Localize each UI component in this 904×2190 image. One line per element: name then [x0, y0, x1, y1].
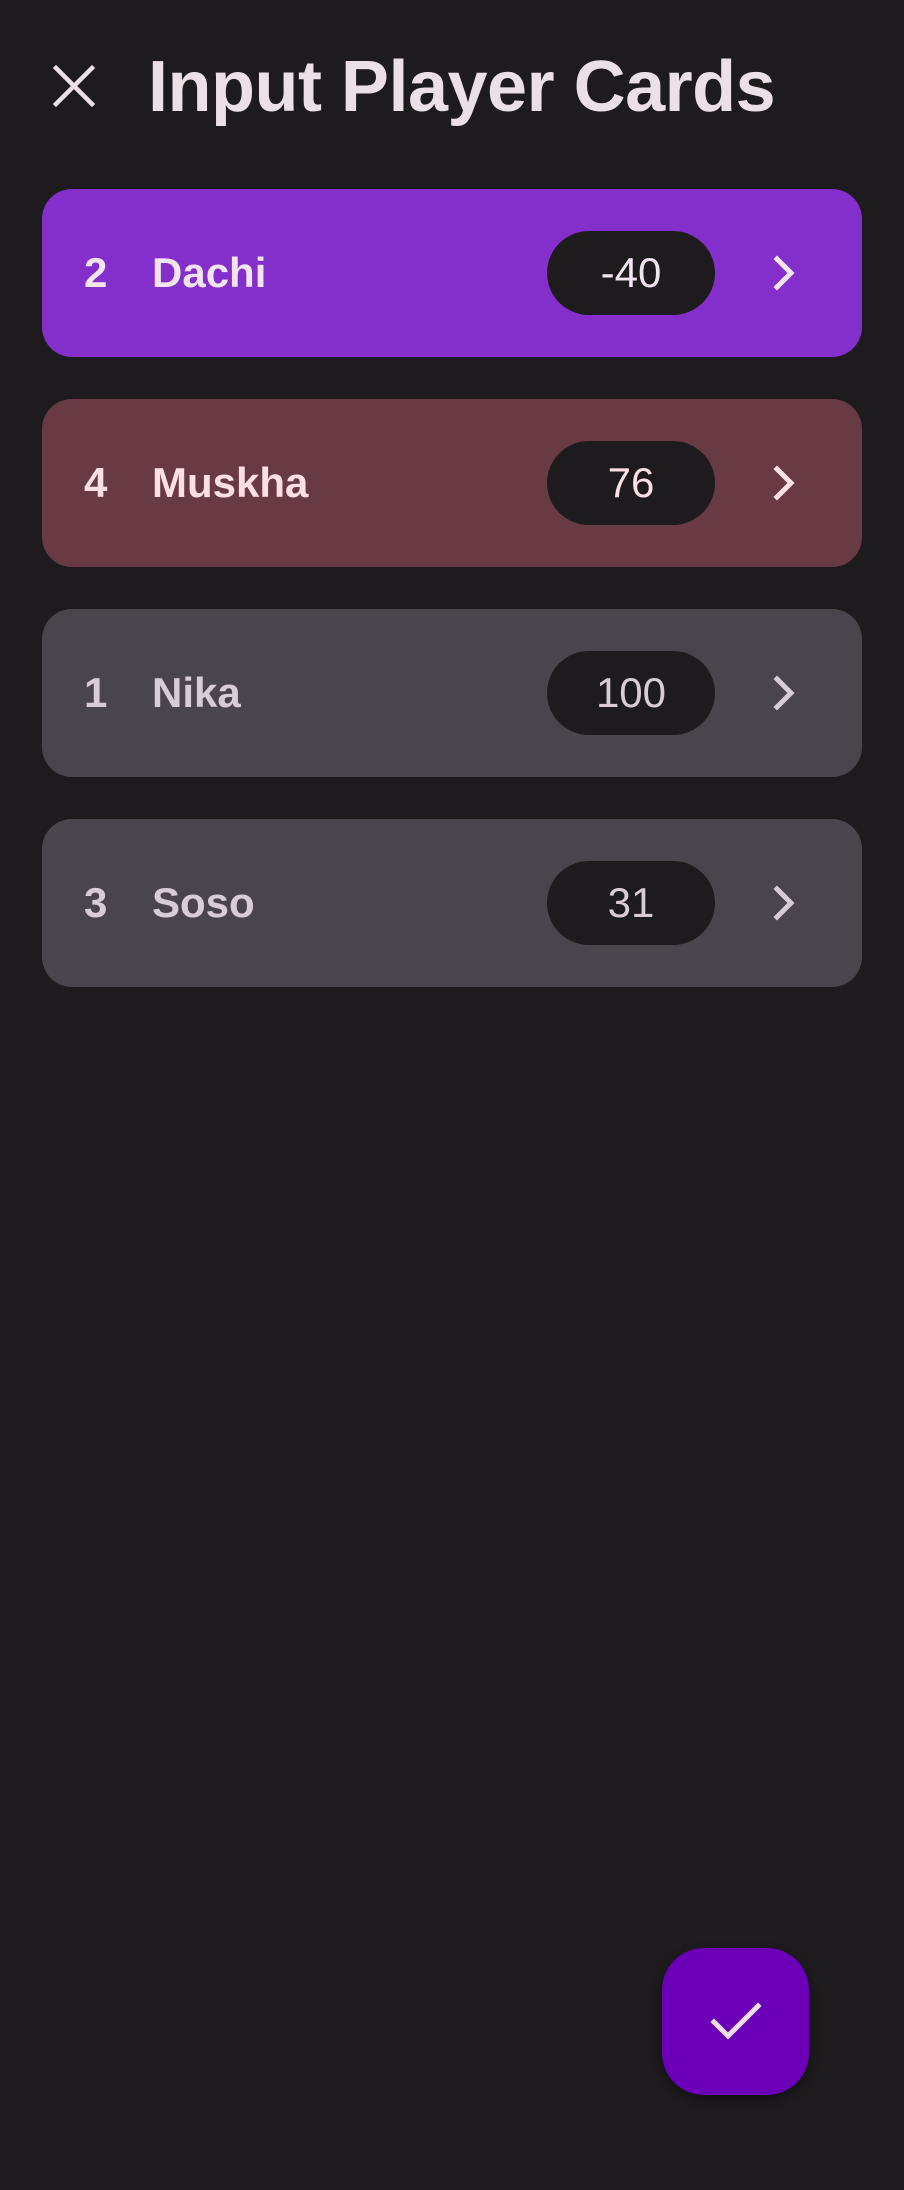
- player-score-pill[interactable]: 31: [547, 861, 715, 945]
- player-name: Nika: [152, 669, 241, 716]
- player-score-pill[interactable]: 76: [547, 441, 715, 525]
- check-icon: [709, 2001, 762, 2040]
- player-name: Soso: [152, 879, 255, 926]
- chevron-right-icon[interactable]: [754, 663, 814, 723]
- player-name: Muskha: [152, 459, 309, 506]
- player-rank: 4: [84, 459, 108, 506]
- player-card[interactable]: 1 Nika 100: [42, 609, 862, 777]
- player-rank: 3: [84, 879, 108, 926]
- chevron-right-icon[interactable]: [754, 243, 814, 303]
- player-rank: 2: [84, 249, 108, 296]
- player-rank: 1: [84, 669, 108, 716]
- top-app-bar: Input Player Cards: [0, 0, 904, 170]
- chevron-right-icon[interactable]: [754, 453, 814, 513]
- close-icon: [52, 64, 96, 108]
- close-button[interactable]: [44, 56, 104, 116]
- player-score-pill[interactable]: -40: [547, 231, 715, 315]
- player-score-pill[interactable]: 100: [547, 651, 715, 735]
- player-name: Dachi: [152, 249, 267, 296]
- confirm-fab-button[interactable]: [662, 1948, 809, 2095]
- player-card-list: 2 Dachi -40 4 Muskha 76 1 Nika 100 3 Sos…: [42, 189, 862, 1029]
- player-card[interactable]: 4 Muskha 76: [42, 399, 862, 567]
- chevron-right-icon[interactable]: [754, 873, 814, 933]
- player-card[interactable]: 2 Dachi -40: [42, 189, 862, 357]
- screen: Input Player Cards 2 Dachi -40 4 Muskha …: [0, 0, 904, 2190]
- page-title: Input Player Cards: [148, 47, 776, 127]
- player-card[interactable]: 3 Soso 31: [42, 819, 862, 987]
